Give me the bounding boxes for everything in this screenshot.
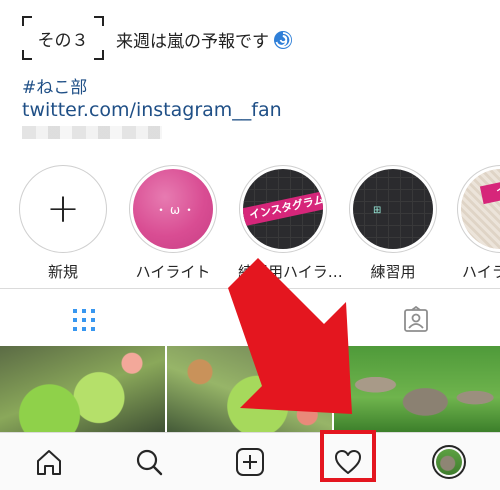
highlight-practice-2[interactable]: ⊞ 練習用 <box>348 165 438 282</box>
highlight-cover: ・ω・ <box>133 169 213 249</box>
tab-grid[interactable] <box>70 306 98 334</box>
highlight-label: ハイラ <box>462 263 500 281</box>
highlight-label: 練習用 <box>370 263 416 281</box>
highlight-pink[interactable]: ・ω・ ハイライト <box>128 165 218 282</box>
annotation-highlight-box <box>320 430 376 482</box>
highlight-label: 新規 <box>47 263 78 281</box>
story-highlights-row: + 新規 ・ω・ ハイライト インスタグラム 練習用ハイラ… ⊞ 練習用 インス… <box>0 165 500 282</box>
bio-forecast-text: 来週は嵐の予報です <box>116 32 269 52</box>
cyclone-emoji-icon <box>274 30 292 49</box>
highlight-new[interactable]: + 新規 <box>18 165 108 282</box>
nav-profile[interactable] <box>432 445 466 479</box>
post-thumbnail[interactable] <box>334 346 500 432</box>
step-label-box: その３ <box>22 16 104 60</box>
tab-divider <box>0 288 500 289</box>
post-thumbnail[interactable] <box>0 346 165 432</box>
highlight-label: 練習用ハイラ… <box>238 263 343 281</box>
highlight-cover: インスタグラム <box>243 169 323 249</box>
bottom-navigation <box>0 432 500 490</box>
nav-new-post[interactable] <box>233 445 267 479</box>
highlight-practice-1[interactable]: インスタグラム 練習用ハイラ… <box>238 165 343 282</box>
highlight-band: インスタ <box>479 171 500 205</box>
plus-icon: + <box>46 186 80 232</box>
bio-hashtag-link[interactable]: #ねこ部 <box>22 73 87 98</box>
bio-website-link[interactable]: twitter.com/instagram__fan <box>22 99 282 121</box>
home-icon <box>37 450 61 475</box>
post-thumbnail[interactable] <box>167 346 332 432</box>
grid-view-icon <box>73 309 95 331</box>
highlight-band: インスタグラム <box>243 188 323 228</box>
blurred-text <box>22 126 162 139</box>
highlight-cover: インスタ <box>461 169 500 249</box>
tagged-icon <box>404 305 428 332</box>
tab-tagged[interactable] <box>402 305 430 334</box>
nav-home[interactable] <box>32 445 66 479</box>
highlight-cover: ⊞ <box>353 169 433 249</box>
highlight-partial[interactable]: インスタ ハイラ <box>456 165 500 282</box>
instagram-profile-screen: その３ 来週は嵐の予報です #ねこ部 twitter.com/instagram… <box>0 0 500 490</box>
nav-search[interactable] <box>132 445 166 479</box>
profile-avatar <box>432 445 466 479</box>
search-icon <box>136 449 163 476</box>
bio-forecast: 来週は嵐の予報です <box>116 27 293 52</box>
new-post-icon <box>236 448 264 476</box>
post-grid <box>0 346 500 432</box>
highlight-label: ハイライト <box>135 263 211 281</box>
step-label: その３ <box>37 31 89 51</box>
